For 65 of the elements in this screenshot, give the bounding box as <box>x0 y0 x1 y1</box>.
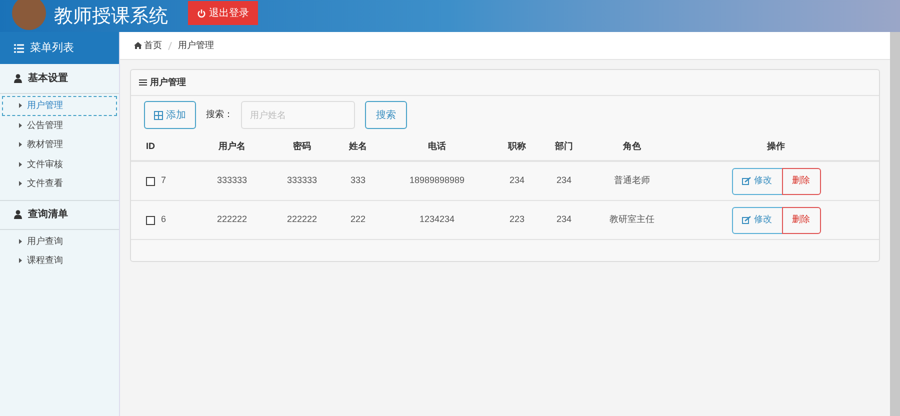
sidebar-item[interactable]: 用户查询 <box>2 232 117 251</box>
column-header: 职称 <box>506 140 527 154</box>
column-header: ID <box>145 140 156 154</box>
home-icon <box>134 42 142 49</box>
checkbox[interactable] <box>146 176 155 186</box>
table-cell-text: 普通老师 <box>613 174 651 188</box>
menu-icon <box>139 79 147 86</box>
user-icon <box>14 74 22 83</box>
caret-icon <box>19 181 22 186</box>
caret-icon <box>19 103 22 108</box>
breadcrumb-separator <box>168 42 172 50</box>
breadcrumb-link[interactable]: 首页 <box>144 38 162 52</box>
caret-icon <box>19 162 22 167</box>
table-cell-text: 234 <box>555 213 573 226</box>
power-icon <box>197 8 206 18</box>
table-cell-text: 18989898989 <box>408 174 466 188</box>
table-cell-text: 333 <box>349 174 367 188</box>
table-cell-text: 333333 <box>286 174 318 188</box>
delete-button[interactable]: 删除 <box>782 168 820 194</box>
sidebar-header: 菜单列表 <box>0 32 119 64</box>
sidebar-item[interactable]: 文件查看 <box>2 174 117 194</box>
sidebar-group[interactable]: 基本设置 <box>0 64 119 94</box>
caret-icon <box>19 142 22 148</box>
list-icon <box>14 44 24 52</box>
search-field[interactable]: 用户姓名 <box>241 101 355 129</box>
add-button[interactable]: 添加 <box>144 101 196 129</box>
logout-button[interactable]: 退出登录 <box>188 1 258 25</box>
table-cell-text: 222 <box>349 213 367 226</box>
table-cell-text: 1234234 <box>418 213 456 226</box>
avatar <box>12 0 46 30</box>
column-header: 姓名 <box>348 140 368 154</box>
panel-title: 用户管理 <box>150 76 186 89</box>
table-cell-text: 234 <box>555 174 573 188</box>
column-header: 电话 <box>427 140 447 154</box>
sidebar-item[interactable]: 文件审核 <box>2 154 117 174</box>
column-header: 用户名 <box>218 140 246 154</box>
table-cell-text: 333333 <box>216 174 248 188</box>
app-title: 教师授课系统 <box>54 6 168 26</box>
sidebar-item[interactable]: 公告管理 <box>2 116 117 135</box>
table-cell-text: 223 <box>508 213 526 226</box>
table-cell-text: 222222 <box>216 213 248 226</box>
column-header: 密码 <box>292 140 312 154</box>
caret-icon <box>19 238 22 244</box>
column-header: 部门 <box>554 140 574 154</box>
column-header: 操作 <box>766 140 786 154</box>
table-cell-text: 222222 <box>286 213 318 226</box>
sidebar-item[interactable]: 课程查询 <box>2 251 117 270</box>
sidebar-item[interactable]: 教材管理 <box>2 135 117 154</box>
checkbox[interactable] <box>146 216 155 224</box>
user-icon <box>14 210 22 219</box>
caret-icon <box>19 122 22 128</box>
column-header: 角色 <box>622 140 642 154</box>
sidebar-item[interactable]: 用户管理 <box>2 96 117 116</box>
delete-button[interactable]: 删除 <box>782 206 820 234</box>
plus-square-icon <box>154 110 163 120</box>
search-label: 搜索： <box>206 108 233 122</box>
breadcrumb-link[interactable]: 用户管理 <box>178 38 214 52</box>
edit-icon <box>742 216 751 224</box>
edit-icon <box>742 177 751 185</box>
table-cell-text: 7 <box>161 174 166 188</box>
table-cell-text: 6 <box>161 213 166 226</box>
table-cell-text: 234 <box>508 174 526 188</box>
table-cell-text: 教研室主任 <box>608 213 656 226</box>
caret-icon <box>19 258 22 264</box>
sidebar-group[interactable]: 查询清单 <box>0 200 119 230</box>
